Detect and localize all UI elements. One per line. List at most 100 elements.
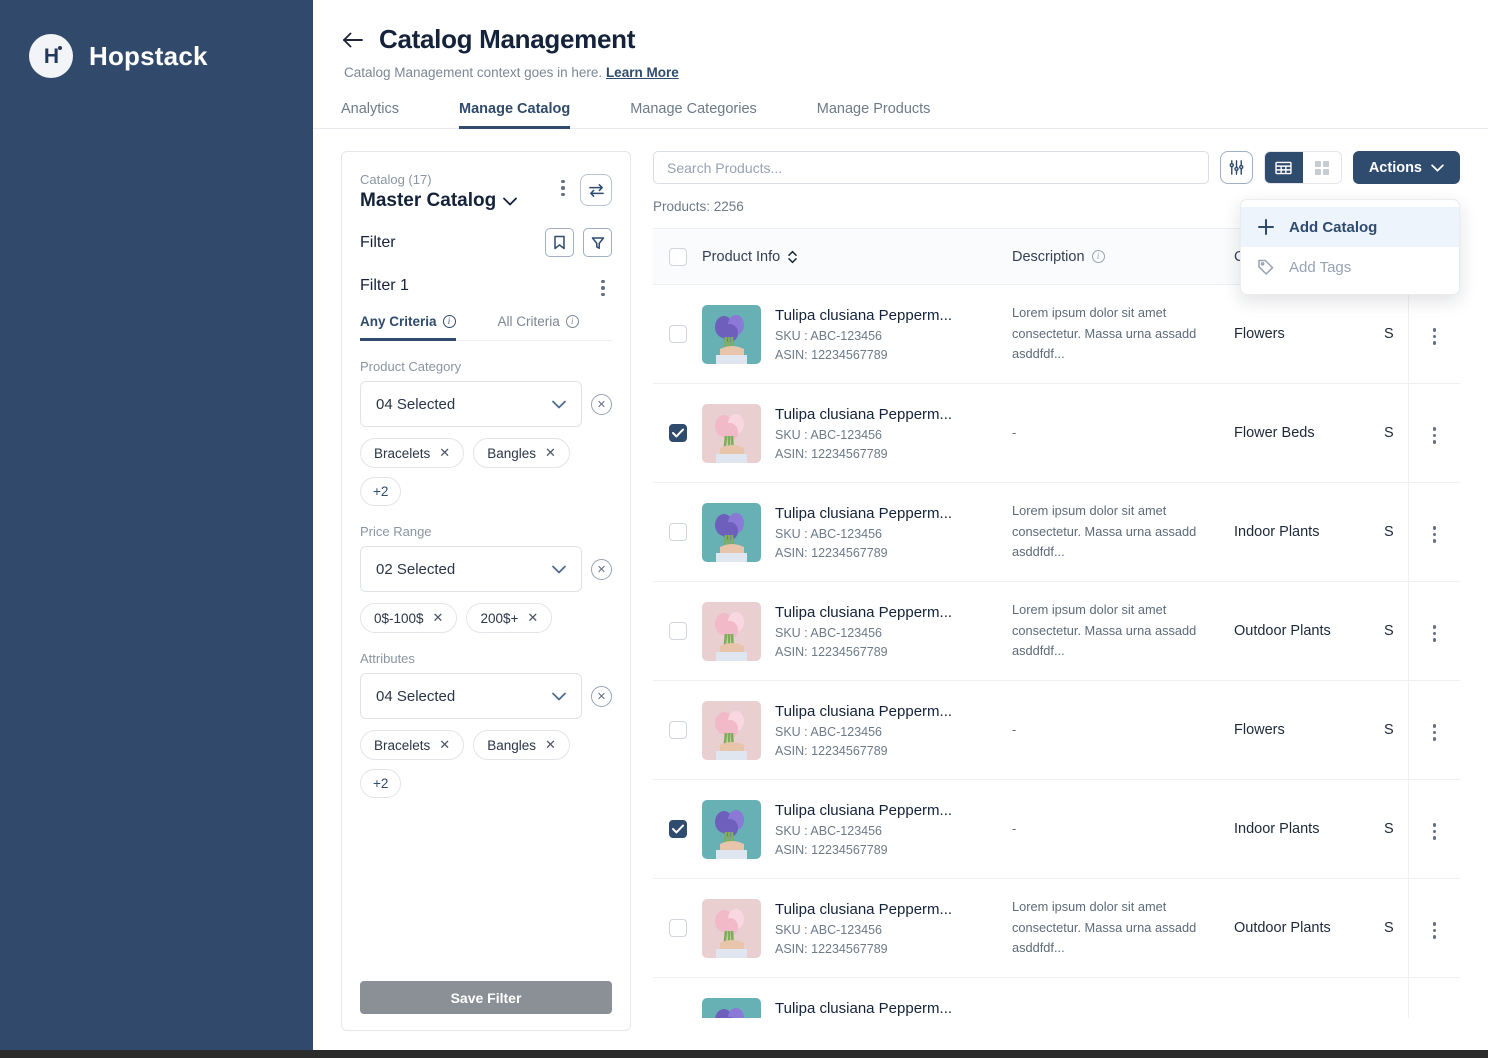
all-criteria-label: All Criteria: [497, 314, 560, 329]
product-name: Tulipa clusiana Pepperm...: [775, 702, 953, 720]
search-input[interactable]: [653, 151, 1209, 184]
actions-button[interactable]: Actions: [1352, 151, 1460, 184]
product-asin: ASIN: 12234567789: [775, 743, 888, 758]
table-row[interactable]: Tulipa clusiana Pepperm... SKU : ABC-123…: [653, 384, 1460, 483]
chip[interactable]: Bangles ✕: [473, 438, 570, 468]
row-more-menu-icon[interactable]: [1408, 780, 1460, 878]
row-checkbox[interactable]: [668, 919, 687, 937]
tab-any-criteria[interactable]: Any Criteria i: [360, 314, 456, 341]
swap-catalog-icon[interactable]: [580, 174, 612, 206]
catalog-selector[interactable]: Master Catalog: [360, 190, 554, 212]
group-label: Product Category: [360, 359, 462, 374]
chevron-down-icon: [503, 197, 518, 205]
price-range-select[interactable]: 02 Selected: [360, 546, 582, 592]
chevron-down-icon: [552, 565, 566, 573]
table-row[interactable]: Tulipa clusiana Pepperm... SKU : ABC-123…: [653, 483, 1460, 582]
hopstack-logo-icon: H: [29, 34, 73, 78]
filter-more-menu-icon[interactable]: [594, 277, 612, 299]
clear-attributes-icon[interactable]: ✕: [591, 685, 612, 707]
menu-item-add-tags[interactable]: Add Tags: [1241, 247, 1459, 287]
row-more-menu-icon[interactable]: [1408, 879, 1460, 977]
row-more-menu-icon[interactable]: [1408, 978, 1460, 1018]
catalog-more-menu-icon[interactable]: [554, 177, 572, 199]
table-row[interactable]: Tulipa clusiana Pepperm... SKU : ABC-123…: [653, 780, 1460, 879]
tab-manage-catalog[interactable]: Manage Catalog: [459, 101, 571, 129]
logo-letter: H: [43, 44, 59, 68]
product-asin: ASIN: 12234567789: [775, 941, 888, 956]
chip-remove-icon[interactable]: ✕: [545, 445, 556, 461]
chip-label: Bangles: [487, 737, 536, 753]
row-checkbox[interactable]: [668, 523, 687, 541]
row-more-menu-icon[interactable]: [1408, 483, 1460, 581]
tab-manage-products[interactable]: Manage Products: [817, 101, 931, 129]
table-view-icon[interactable]: [1264, 152, 1303, 183]
brand-logo[interactable]: H Hopstack: [0, 34, 313, 78]
chip[interactable]: 0$-100$ ✕: [360, 603, 458, 633]
tab-analytics[interactable]: Analytics: [341, 101, 399, 129]
column-header-description[interactable]: Description i: [1012, 249, 1222, 265]
filter-name-row: Filter 1: [360, 272, 612, 299]
product-category-chips: Bracelets ✕ Bangles ✕ +2: [360, 438, 612, 506]
product-status: S: [1384, 722, 1394, 738]
product-category-select[interactable]: 04 Selected: [360, 381, 582, 427]
row-more-menu-icon[interactable]: [1408, 285, 1460, 383]
product-name: Tulipa clusiana Pepperm...: [775, 504, 953, 522]
chip[interactable]: Bracelets ✕: [360, 438, 465, 468]
table-row[interactable]: Tulipa clusiana Pepperm... SKU : ABC-123…: [653, 978, 1460, 1018]
page-title: Catalog Management: [379, 24, 636, 54]
column-label: Product Info: [702, 248, 781, 265]
row-more-menu-icon[interactable]: [1408, 384, 1460, 482]
table-row[interactable]: Tulipa clusiana Pepperm... SKU : ABC-123…: [653, 582, 1460, 681]
row-checkbox[interactable]: [668, 721, 687, 739]
tab-manage-categories[interactable]: Manage Categories: [630, 101, 757, 129]
chip[interactable]: Bangles ✕: [473, 730, 570, 760]
chip-more[interactable]: +2: [360, 477, 402, 506]
sort-icon: [788, 250, 797, 263]
product-description: Lorem ipsum dolor sit amet consectetur. …: [1012, 305, 1197, 362]
column-header-product-info[interactable]: Product Info: [702, 249, 798, 265]
chip-label: Bracelets: [374, 445, 431, 461]
grid-view-icon[interactable]: [1302, 152, 1341, 183]
sliders-icon[interactable]: [1219, 151, 1253, 184]
product-asin: ASIN: 12234567789: [775, 644, 888, 659]
funnel-filter-icon[interactable]: [583, 228, 612, 257]
info-icon[interactable]: i: [442, 315, 456, 328]
clear-product-category-icon[interactable]: ✕: [591, 393, 612, 415]
table-row[interactable]: Tulipa clusiana Pepperm... SKU : ABC-123…: [653, 879, 1460, 978]
actions-dropdown-menu: Add Catalog Add Tags: [1240, 199, 1460, 295]
info-icon[interactable]: i: [1091, 250, 1105, 263]
select-all-checkbox[interactable]: [668, 247, 687, 266]
info-icon[interactable]: i: [565, 315, 579, 328]
chip-label: Bracelets: [374, 737, 431, 753]
bookmark-icon[interactable]: [545, 228, 574, 257]
clear-price-range-icon[interactable]: ✕: [591, 558, 612, 580]
table-body: Tulipa clusiana Pepperm... SKU : ABC-123…: [653, 285, 1460, 1018]
chip-more[interactable]: +2: [360, 769, 402, 798]
chip-remove-icon[interactable]: ✕: [545, 737, 556, 753]
row-checkbox[interactable]: [668, 820, 687, 838]
row-checkbox[interactable]: [668, 424, 687, 442]
row-more-menu-icon[interactable]: [1408, 582, 1460, 680]
product-description: -: [1012, 424, 1017, 440]
chip-remove-icon[interactable]: ✕: [527, 610, 538, 626]
main-content: Catalog Management Catalog Management co…: [313, 0, 1488, 1050]
arrow-left-icon[interactable]: [341, 28, 365, 52]
product-category: Outdoor Plants: [1234, 920, 1331, 936]
chip-remove-icon[interactable]: ✕: [433, 610, 444, 626]
row-checkbox[interactable]: [668, 325, 687, 343]
attributes-select[interactable]: 04 Selected: [360, 673, 582, 719]
table-row[interactable]: Tulipa clusiana Pepperm... SKU : ABC-123…: [653, 681, 1460, 780]
row-more-menu-icon[interactable]: [1408, 681, 1460, 779]
chip-label: 200$+: [480, 610, 519, 626]
chip[interactable]: Bracelets ✕: [360, 730, 465, 760]
group-label: Price Range: [360, 524, 432, 539]
learn-more-link[interactable]: Learn More: [606, 65, 679, 80]
row-checkbox[interactable]: [668, 622, 687, 640]
chip[interactable]: 200$+ ✕: [466, 603, 553, 633]
menu-item-add-catalog[interactable]: Add Catalog: [1241, 207, 1459, 247]
tab-all-criteria[interactable]: All Criteria i: [498, 314, 579, 341]
save-filter-button[interactable]: Save Filter: [360, 981, 612, 1014]
chip-remove-icon[interactable]: ✕: [439, 445, 450, 461]
chip-remove-icon[interactable]: ✕: [439, 737, 450, 753]
table-row[interactable]: Tulipa clusiana Pepperm... SKU : ABC-123…: [653, 285, 1460, 384]
